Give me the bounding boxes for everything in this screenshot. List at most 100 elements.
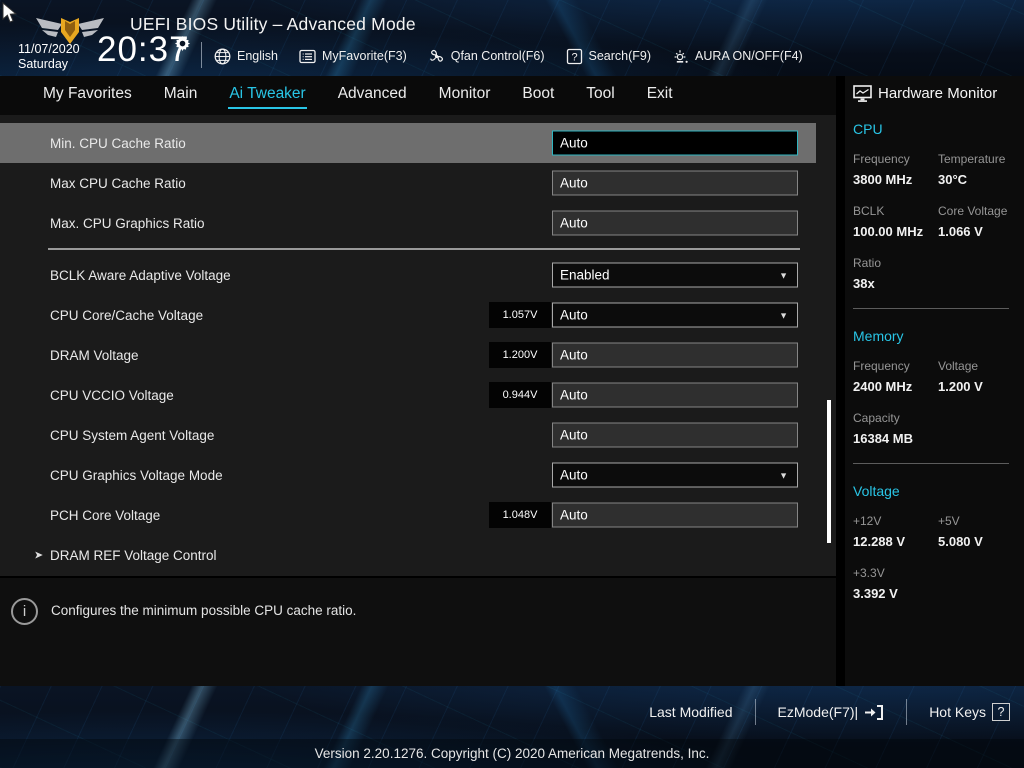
field-value: Auto	[560, 347, 588, 363]
help-infobar: i Configures the minimum possible CPU ca…	[0, 576, 836, 686]
hwmon-separator	[853, 463, 1009, 464]
caret-down-icon: ▼	[779, 270, 788, 280]
field-value: Auto	[560, 307, 588, 323]
metric-value: 3800 MHz	[853, 172, 913, 187]
metric-group: Ratio 38x	[853, 256, 1016, 291]
metric-temperature: Temperature 30°C	[938, 152, 1016, 187]
date-text: 11/07/2020	[18, 42, 80, 56]
toolbar-myfavorite-f3[interactable]: MyFavorite(F3)	[299, 48, 407, 65]
tab-boot[interactable]: Boot	[521, 82, 555, 109]
svg-text:?: ?	[571, 51, 577, 63]
last-modified-button[interactable]: Last Modified	[649, 704, 732, 720]
metric-3-3v: +3.3V 3.392 V	[853, 566, 938, 601]
setting-dropdown[interactable]: Enabled ▼	[552, 262, 798, 288]
metric-value: 12.288 V	[853, 534, 906, 549]
toolbar-aura-on-off-f4[interactable]: AURA ON/OFF(F4)	[672, 48, 803, 65]
setting-row-cpu-system-agent-voltage[interactable]: CPU System Agent Voltage Auto	[0, 415, 816, 455]
voltage-readout-chip: 0.944V	[489, 382, 551, 408]
metric-group: Frequency 3800 MHz Temperature 30°C	[853, 152, 1016, 187]
toolbar-label: Search(F9)	[588, 49, 652, 63]
setting-input[interactable]: Auto	[552, 502, 798, 528]
toolbar-qfan-control-f6[interactable]: Qfan Control(F6)	[428, 48, 545, 65]
submenu-arrow-icon: ➤	[34, 549, 44, 562]
toolbar-label: MyFavorite(F3)	[322, 49, 407, 63]
toolbar-label: English	[237, 49, 278, 63]
clock-settings-gear-icon[interactable]	[175, 36, 190, 51]
setting-label: CPU Core/Cache Voltage	[50, 307, 204, 323]
field-value: Auto	[560, 135, 588, 151]
toolbar-search-f9[interactable]: ? Search(F9)	[566, 48, 652, 65]
scrollbar-thumb[interactable]	[827, 400, 831, 543]
metric-group: BCLK 100.00 MHz Core Voltage 1.066 V	[853, 204, 1016, 239]
setting-input[interactable]: Auto	[552, 210, 798, 236]
setting-dropdown[interactable]: Auto ▼	[552, 302, 798, 328]
tab-ai-tweaker[interactable]: Ai Tweaker	[228, 82, 307, 109]
hardware-monitor-title: Hardware Monitor	[878, 85, 998, 102]
metric-core-voltage: Core Voltage 1.066 V	[938, 204, 1016, 239]
info-icon: i	[11, 598, 38, 625]
setting-row-dram-voltage[interactable]: DRAM Voltage 1.200V Auto	[0, 335, 816, 375]
setting-row-pch-core-voltage[interactable]: PCH Core Voltage 1.048V Auto	[0, 495, 816, 535]
setting-row-bclk-aware-adaptive-voltage[interactable]: BCLK Aware Adaptive Voltage Enabled ▼	[0, 255, 816, 295]
field-value: Auto	[560, 387, 588, 403]
footer-actions: Last Modified EzMode(F7)| Hot Keys ?	[649, 686, 1010, 738]
voltage-readout-chip: 1.200V	[489, 342, 551, 368]
metric-label: Ratio	[853, 256, 882, 270]
tab-my-favorites[interactable]: My Favorites	[42, 82, 133, 109]
field-value: Auto	[560, 427, 588, 443]
setting-row-cpu-core-cache-voltage[interactable]: CPU Core/Cache Voltage 1.057V Auto ▼	[0, 295, 816, 335]
setting-row-cpu-vccio-voltage[interactable]: CPU VCCIO Voltage 0.944V Auto	[0, 375, 816, 415]
setting-dropdown[interactable]: Auto ▼	[552, 462, 798, 488]
setting-label: DRAM Voltage	[50, 347, 139, 363]
settings-separator	[0, 243, 816, 255]
setting-label: Max CPU Cache Ratio	[50, 175, 186, 191]
setting-input[interactable]: Auto	[552, 382, 798, 408]
metric-12v: +12V 12.288 V	[853, 514, 938, 549]
setting-input[interactable]: Auto	[552, 342, 798, 368]
tab-monitor[interactable]: Monitor	[438, 82, 492, 109]
metric-label: +3.3V	[853, 566, 885, 580]
setting-input[interactable]: Auto	[552, 130, 798, 156]
monitor-icon	[853, 85, 872, 102]
bios-screen: UEFI BIOS Utility – Advanced Mode 11/07/…	[0, 0, 1024, 768]
tab-tool[interactable]: Tool	[585, 82, 615, 109]
setting-row-max-cpu-cache-ratio[interactable]: Max CPU Cache Ratio Auto	[0, 163, 816, 203]
setting-row-min-cpu-cache-ratio[interactable]: Min. CPU Cache Ratio Auto	[0, 123, 816, 163]
field-value: Auto	[560, 175, 588, 191]
metric-value: 1.200 V	[938, 379, 983, 394]
search-icon: ?	[566, 48, 583, 65]
tab-advanced[interactable]: Advanced	[337, 82, 408, 109]
setting-row-dram-ref-voltage-control[interactable]: ➤ DRAM REF Voltage Control	[0, 535, 816, 575]
metric-ratio: Ratio 38x	[853, 256, 938, 291]
metric-voltage: Voltage 1.200 V	[938, 359, 1016, 394]
metric-bclk: BCLK 100.00 MHz	[853, 204, 938, 239]
metric-value: 38x	[853, 276, 875, 291]
field-value: Enabled	[560, 267, 610, 283]
metric-group: +3.3V 3.392 V	[853, 566, 1016, 601]
ezmode-button[interactable]: EzMode(F7)|	[778, 704, 885, 721]
setting-input[interactable]: Auto	[552, 170, 798, 196]
setting-label: CPU Graphics Voltage Mode	[50, 467, 223, 483]
setting-row-cpu-graphics-voltage-mode[interactable]: CPU Graphics Voltage Mode Auto ▼	[0, 455, 816, 495]
metric-label: Core Voltage	[938, 204, 1008, 218]
metric-label: Capacity	[853, 411, 900, 425]
toolbar-label: Qfan Control(F6)	[450, 49, 545, 63]
setting-label: CPU VCCIO Voltage	[50, 387, 174, 403]
field-value: Auto	[560, 215, 588, 231]
setting-label: CPU System Agent Voltage	[50, 427, 215, 443]
setting-input[interactable]: Auto	[552, 422, 798, 448]
setting-row-max-cpu-graphics-ratio[interactable]: Max. CPU Graphics Ratio Auto	[0, 203, 816, 243]
header: UEFI BIOS Utility – Advanced Mode 11/07/…	[0, 0, 1024, 76]
metric-value: 30°C	[938, 172, 968, 187]
tab-main[interactable]: Main	[163, 82, 199, 109]
qfan-icon	[428, 48, 445, 65]
metric-value: 5.080 V	[938, 534, 983, 549]
metric-label: +5V	[938, 514, 960, 528]
toolbar-english[interactable]: English	[214, 48, 278, 65]
aura-icon	[672, 48, 689, 65]
footer-divider	[906, 699, 908, 725]
tab-exit[interactable]: Exit	[646, 82, 674, 109]
day-text: Saturday	[18, 57, 69, 71]
hot-keys-button[interactable]: Hot Keys ?	[929, 703, 1010, 721]
mouse-cursor-icon	[2, 1, 19, 24]
